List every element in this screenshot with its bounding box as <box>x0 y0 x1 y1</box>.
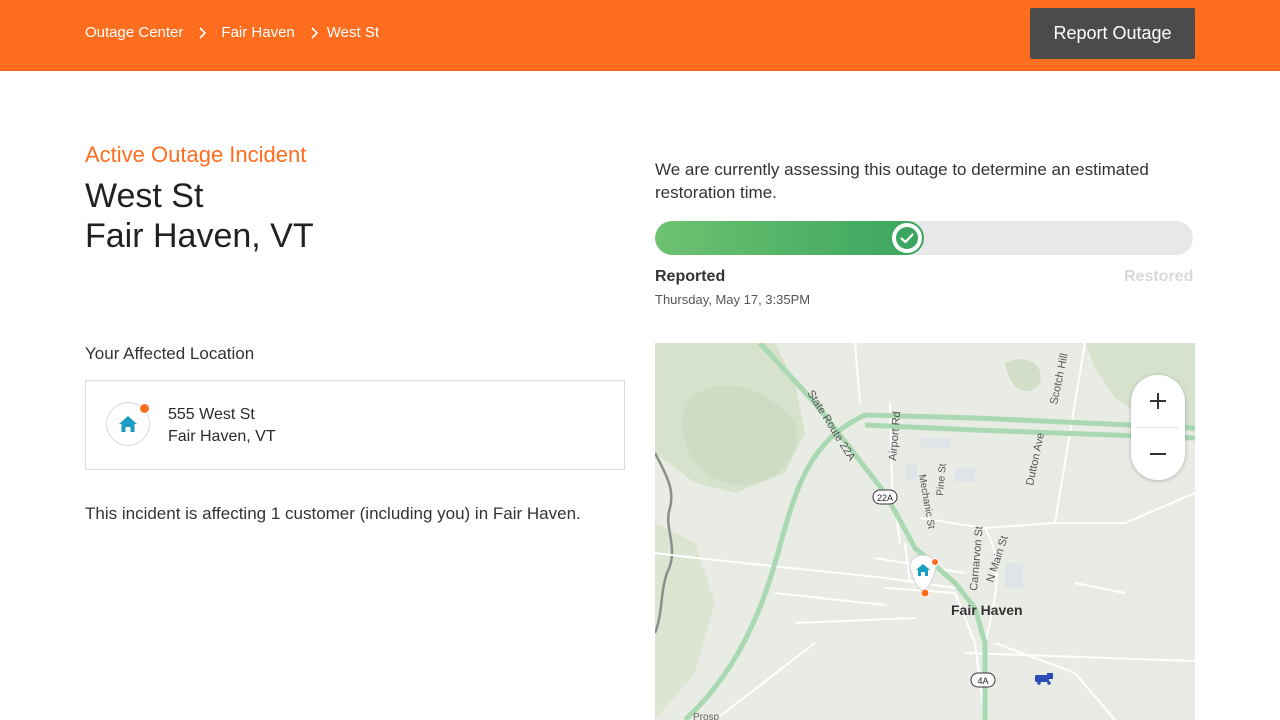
outage-dot-icon <box>139 403 150 414</box>
report-outage-button[interactable]: Report Outage <box>1030 8 1195 59</box>
plus-icon <box>1150 393 1166 409</box>
zoom-in-button[interactable] <box>1131 375 1185 427</box>
address-line2: Fair Haven, VT <box>168 428 276 445</box>
impact-text: This incident is affecting 1 customer (i… <box>85 504 581 523</box>
route-shield-22a: 22A <box>872 489 898 505</box>
chevron-right-icon <box>311 26 318 39</box>
address-line1: 555 West St <box>168 406 255 423</box>
affected-location-label: Your Affected Location <box>85 344 255 363</box>
progress-check <box>892 223 922 253</box>
outage-dot-icon <box>920 588 930 598</box>
label-town: Fair Haven <box>951 602 1023 618</box>
restored-label: Restored <box>1124 268 1194 285</box>
breadcrumb-west-st: West St <box>326 24 380 41</box>
outage-dot-icon <box>931 558 939 566</box>
affected-location-card: 555 West St Fair Haven, VT <box>85 380 625 470</box>
home-marker <box>106 402 150 446</box>
zoom-out-button[interactable] <box>1131 428 1185 480</box>
breadcrumb-outage-center[interactable]: Outage Center <box>85 24 183 41</box>
title-city: Fair Haven, VT <box>85 217 314 255</box>
check-icon <box>896 227 918 249</box>
status-message: We are currently assessing this outage t… <box>655 160 1149 202</box>
label-prospect: Prosp <box>693 712 720 720</box>
top-header: Outage Center Fair Haven West St Report … <box>0 0 1280 71</box>
map-zoom-controls <box>1131 375 1185 480</box>
affected-address: 555 West St Fair Haven, VT <box>168 404 276 448</box>
breadcrumb: Outage Center Fair Haven West St <box>85 24 379 41</box>
outage-map[interactable]: State Route 22A Airport Rd Scotch Hill D… <box>655 343 1195 720</box>
progress-fill <box>655 221 924 255</box>
title-street: West St <box>85 177 204 215</box>
svg-text:22A: 22A <box>877 493 893 503</box>
incident-eyebrow: Active Outage Incident <box>85 142 307 167</box>
minus-icon <box>1150 453 1166 455</box>
progress-bar <box>655 221 1193 255</box>
chevron-right-icon <box>199 26 207 39</box>
reported-label: Reported <box>655 268 726 285</box>
map-canvas: State Route 22A Airport Rd Scotch Hill D… <box>655 343 1195 720</box>
page-title: West St Fair Haven, VT <box>85 176 314 256</box>
route-shield-4a: 4A <box>970 672 996 688</box>
svg-text:4A: 4A <box>977 676 988 686</box>
reported-time: Thursday, May 17, 3:35PM <box>655 292 811 307</box>
breadcrumb-fair-haven[interactable]: Fair Haven <box>221 24 294 41</box>
